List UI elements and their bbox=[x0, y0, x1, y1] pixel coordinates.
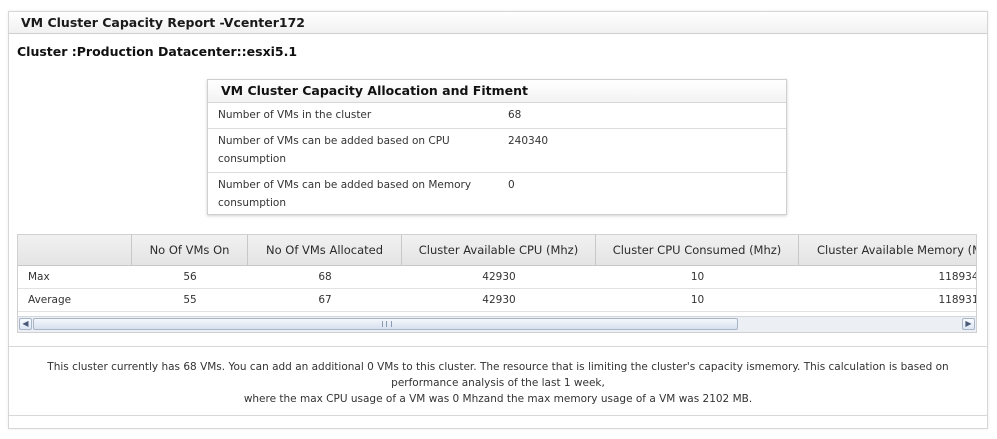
column-header[interactable]: Cluster Available Memory (M bbox=[799, 235, 976, 265]
fitment-row-value: 0 bbox=[508, 179, 515, 191]
divider bbox=[9, 415, 987, 416]
table-cell: 42930 bbox=[482, 271, 516, 283]
column-header[interactable]: Cluster CPU Consumed (Mhz) bbox=[596, 235, 799, 265]
fitment-row: Number of VMs can be added based on Memo… bbox=[208, 173, 786, 216]
table-cell: 68 bbox=[318, 271, 332, 283]
report-panel: VM Cluster Capacity Report -Vcenter172 C… bbox=[8, 11, 988, 429]
table-cell: 55 bbox=[183, 294, 197, 306]
table-cell: 118931 bbox=[938, 294, 977, 306]
scrollbar-thumb[interactable] bbox=[33, 318, 738, 330]
table-cell: 118934 bbox=[938, 271, 977, 283]
column-header[interactable]: Cluster Available CPU (Mhz) bbox=[402, 235, 596, 265]
table-cell: 42930 bbox=[482, 294, 516, 306]
table-row: Average 55 67 42930 10 118931 bbox=[18, 289, 977, 312]
column-header[interactable]: No Of VMs Allocated bbox=[248, 235, 402, 265]
summary-line: performance analysis of the last 1 week, bbox=[391, 377, 605, 389]
column-header[interactable] bbox=[18, 235, 132, 265]
table-cell: 10 bbox=[690, 294, 705, 306]
table-cell: Average bbox=[28, 294, 72, 306]
scroll-left-icon[interactable]: ◀ bbox=[19, 318, 32, 330]
divider bbox=[9, 346, 987, 347]
table-row: Max 56 68 42930 10 118934 bbox=[18, 266, 977, 289]
scroll-right-icon[interactable]: ▶ bbox=[962, 318, 975, 330]
fitment-row: Number of VMs in the cluster 68 bbox=[208, 103, 786, 129]
horizontal-scrollbar[interactable]: ◀ ▶ bbox=[18, 316, 976, 332]
fitment-title: VM Cluster Capacity Allocation and Fitme… bbox=[208, 80, 786, 103]
grid-header: No Of VMs On No Of VMs Allocated Cluster… bbox=[18, 235, 976, 266]
summary-line: where the max CPU usage of a VM was 0 Mh… bbox=[243, 393, 753, 405]
table-cell: 56 bbox=[183, 271, 197, 283]
fitment-row: Number of VMs can be added based on CPU … bbox=[208, 129, 786, 173]
table-cell: Max bbox=[28, 271, 50, 283]
column-header[interactable]: No Of VMs On bbox=[132, 235, 248, 265]
summary-line: This cluster currently has 68 VMs. You c… bbox=[47, 361, 949, 373]
table-cell: 67 bbox=[318, 294, 332, 306]
cluster-label: Cluster :Production Datacenter::esxi5.1 bbox=[17, 44, 298, 59]
fitment-row-value: 240340 bbox=[508, 135, 549, 147]
report-title: VM Cluster Capacity Report -Vcenter172 bbox=[9, 12, 987, 34]
fitment-row-label: Number of VMs can be added based on CPU … bbox=[218, 135, 450, 165]
fitment-box: VM Cluster Capacity Allocation and Fitme… bbox=[207, 79, 787, 215]
fitment-row-value: 68 bbox=[508, 109, 522, 121]
capacity-grid: No Of VMs On No Of VMs Allocated Cluster… bbox=[17, 234, 977, 333]
fitment-row-label: Number of VMs can be added based on Memo… bbox=[218, 179, 472, 209]
fitment-row-label: Number of VMs in the cluster bbox=[218, 109, 372, 121]
grip-icon bbox=[382, 321, 392, 327]
table-cell: 10 bbox=[690, 271, 705, 283]
summary-text: This cluster currently has 68 VMs. You c… bbox=[23, 359, 973, 407]
